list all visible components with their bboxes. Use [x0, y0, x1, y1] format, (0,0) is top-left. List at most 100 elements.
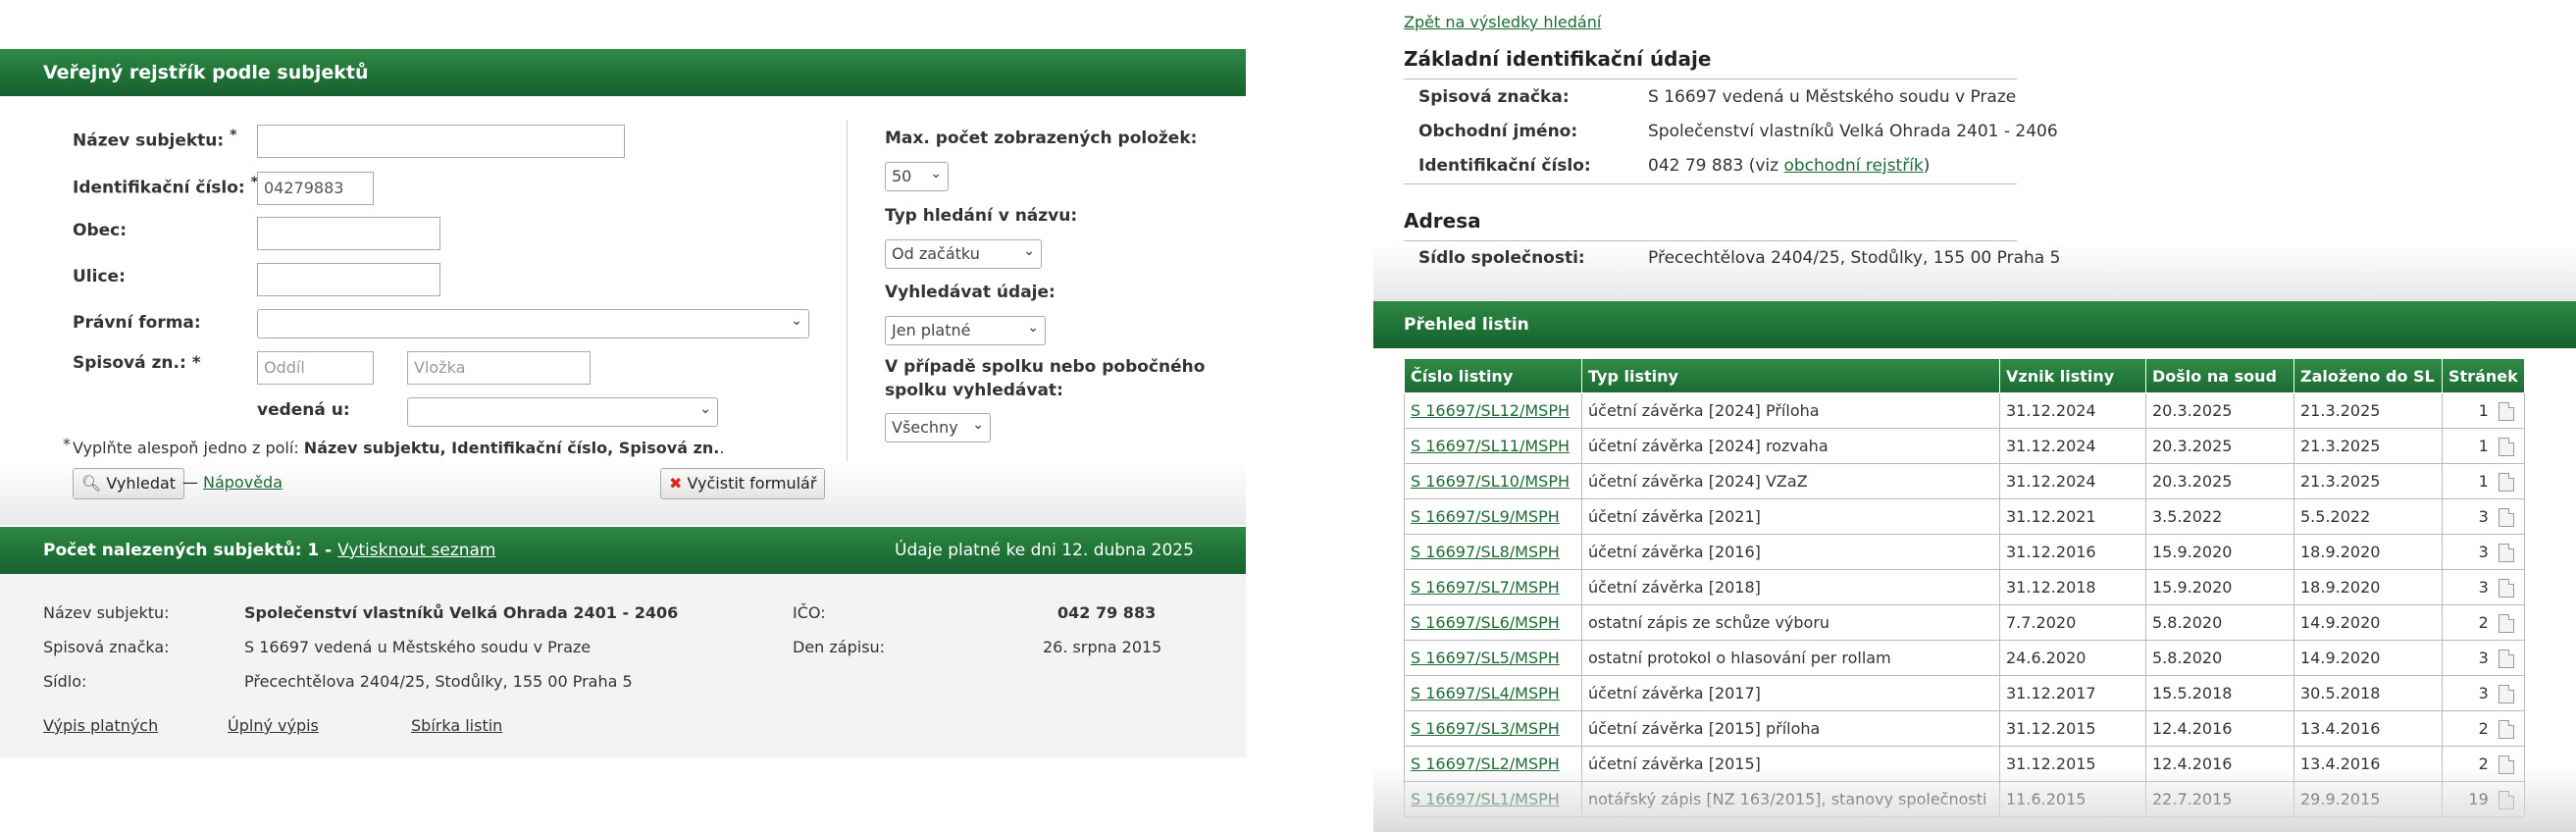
- close-icon: ✖: [669, 474, 683, 493]
- chevron-down-icon: ⌄: [1023, 243, 1035, 259]
- section-input[interactable]: Oddíl: [257, 351, 374, 385]
- document-number-link[interactable]: S 16697/SL6/MSPH: [1411, 613, 1560, 632]
- legal-form-select[interactable]: ⌄: [257, 309, 809, 338]
- table-row: S 16697/SL9/MSPH účetní závěrka [2021] 31.…: [1404, 498, 2525, 535]
- table-cell: 19: [2442, 781, 2525, 817]
- table-cell: účetní závěrka [2024] Příloha: [1581, 392, 2000, 429]
- table-cell: 13.4.2016: [2293, 746, 2443, 782]
- page-count: 19: [2468, 789, 2489, 808]
- table-cell: S 16697/SL12/MSPH: [1404, 392, 1582, 429]
- document-created-date: 24.6.2020: [2006, 649, 2087, 667]
- court-select[interactable]: ⌄: [407, 397, 718, 427]
- table-row: S 16697/SL6/MSPH ostatní zápis ze schůze …: [1404, 604, 2525, 641]
- table-row: S 16697/SL5/MSPH ostatní protokol o hlaso…: [1404, 640, 2525, 676]
- help-link[interactable]: Nápověda: [203, 473, 283, 492]
- document-icon[interactable]: [2498, 472, 2514, 492]
- street-input[interactable]: [257, 263, 440, 296]
- back-to-results-link[interactable]: Zpět na výsledky hledání: [1404, 13, 1601, 31]
- document-number-link[interactable]: S 16697/SL9/MSPH: [1411, 507, 1560, 526]
- table-cell: účetní závěrka [2021]: [1581, 498, 2000, 535]
- chevron-down-icon: ⌄: [1027, 320, 1039, 336]
- document-number-link[interactable]: S 16697/SL2/MSPH: [1411, 754, 1560, 773]
- document-icon[interactable]: [2498, 719, 2514, 739]
- document-icon[interactable]: [2498, 543, 2514, 562]
- result-item: Název subjektu: Společenství vlastníků V…: [0, 574, 1246, 757]
- detail-seat-value: Přecechtělova 2404/25, Stodůlky, 155 00 …: [1648, 248, 2061, 268]
- result-file-label: Spisová značka:: [43, 638, 170, 656]
- chevron-down-icon: ⌄: [791, 313, 802, 329]
- document-icon[interactable]: [2498, 790, 2514, 809]
- detail-ico-value: 042 79 883 (viz obchodní rejstřík): [1648, 156, 1931, 176]
- divider: [847, 120, 848, 463]
- print-list-link[interactable]: Vytisknout seznam: [337, 541, 495, 560]
- document-received-date: 15.9.2020: [2152, 578, 2233, 597]
- document-icon[interactable]: [2498, 613, 2514, 633]
- business-register-link[interactable]: obchodní rejstřík: [1783, 156, 1923, 176]
- table-cell: 31.12.2024: [1999, 428, 2146, 464]
- document-number-link[interactable]: S 16697/SL10/MSPH: [1411, 472, 1570, 491]
- documents-link[interactable]: Sbírka listin: [411, 716, 502, 735]
- table-cell: 3: [2442, 534, 2525, 570]
- document-type: notářský zápis [NZ 163/2015], stanovy sp…: [1588, 790, 1987, 808]
- detail-name-label: Obchodní jméno:: [1418, 122, 1578, 141]
- extract-valid-link[interactable]: Výpis platných: [43, 716, 158, 735]
- document-number-link[interactable]: S 16697/SL3/MSPH: [1411, 719, 1560, 738]
- association-select[interactable]: Všechny ⌄: [885, 413, 991, 442]
- document-number-link[interactable]: S 16697/SL7/MSPH: [1411, 578, 1560, 597]
- result-date-label: Den zápisu:: [793, 638, 886, 656]
- table-cell: 29.9.2015: [2293, 781, 2443, 817]
- document-icon[interactable]: [2498, 754, 2514, 774]
- document-type: účetní závěrka [2015] příloha: [1588, 719, 1821, 738]
- divider: [1404, 78, 2017, 79]
- search-button[interactable]: 🔍︎ Vyhledat: [73, 468, 185, 499]
- document-received-date: 3.5.2022: [2152, 507, 2223, 526]
- document-created-date: 11.6.2015: [2006, 790, 2087, 808]
- document-number-link[interactable]: S 16697/SL5/MSPH: [1411, 649, 1560, 667]
- clear-form-button[interactable]: ✖ Vyčistit formulář: [660, 468, 826, 499]
- document-created-date: 31.12.2015: [2006, 719, 2096, 738]
- ico-input[interactable]: 04279883: [257, 172, 374, 205]
- document-number-link[interactable]: S 16697/SL11/MSPH: [1411, 437, 1570, 455]
- search-type-label: Typ hledání v názvu:: [885, 206, 1078, 226]
- city-input[interactable]: [257, 217, 440, 250]
- insert-input[interactable]: Vložka: [407, 351, 591, 385]
- document-number-link[interactable]: S 16697/SL4/MSPH: [1411, 684, 1560, 702]
- document-type: účetní závěrka [2018]: [1588, 578, 1761, 597]
- max-items-label: Max. počet zobrazených položek:: [885, 129, 1198, 148]
- document-icon[interactable]: [2498, 649, 2514, 668]
- table-cell: 31.12.2018: [1999, 569, 2146, 605]
- result-name-label: Název subjektu:: [43, 603, 170, 622]
- court-label: vedená u:: [257, 400, 350, 420]
- document-created-date: 31.12.2015: [2006, 754, 2096, 773]
- document-type: účetní závěrka [2015]: [1588, 754, 1761, 773]
- document-filed-date: 13.4.2016: [2300, 754, 2381, 773]
- table-cell: ostatní zápis ze schůze výboru: [1581, 604, 2000, 641]
- name-input[interactable]: [257, 125, 625, 158]
- document-type: účetní závěrka [2024] Příloha: [1588, 401, 1820, 420]
- document-filed-date: 30.5.2018: [2300, 684, 2381, 702]
- document-icon[interactable]: [2498, 578, 2514, 598]
- document-icon[interactable]: [2498, 437, 2514, 456]
- table-cell: S 16697/SL4/MSPH: [1404, 675, 1582, 711]
- table-cell: 20.3.2025: [2145, 428, 2294, 464]
- document-icon[interactable]: [2498, 507, 2514, 527]
- chevron-down-icon: ⌄: [972, 417, 984, 433]
- full-extract-link[interactable]: Úplný výpis: [228, 716, 319, 735]
- table-cell: 11.6.2015: [1999, 781, 2146, 817]
- search-type-select[interactable]: Od začátku ⌄: [885, 239, 1042, 269]
- table-cell: 12.4.2016: [2145, 746, 2294, 782]
- table-cell: S 16697/SL11/MSPH: [1404, 428, 1582, 464]
- document-icon[interactable]: [2498, 684, 2514, 703]
- table-cell: 21.3.2025: [2293, 428, 2443, 464]
- search-data-select[interactable]: Jen platné ⌄: [885, 316, 1046, 345]
- document-created-date: 31.12.2024: [2006, 437, 2096, 455]
- document-number-link[interactable]: S 16697/SL12/MSPH: [1411, 401, 1570, 420]
- document-number-link[interactable]: S 16697/SL1/MSPH: [1411, 790, 1560, 808]
- document-type: ostatní protokol o hlasování per rollam: [1588, 649, 1891, 667]
- table-cell: 31.12.2017: [1999, 675, 2146, 711]
- document-number-link[interactable]: S 16697/SL8/MSPH: [1411, 543, 1560, 561]
- max-items-select[interactable]: 50 ⌄: [885, 162, 949, 191]
- page-count: 1: [2478, 436, 2489, 455]
- document-icon[interactable]: [2498, 401, 2514, 421]
- document-type: ostatní zápis ze schůze výboru: [1588, 613, 1830, 632]
